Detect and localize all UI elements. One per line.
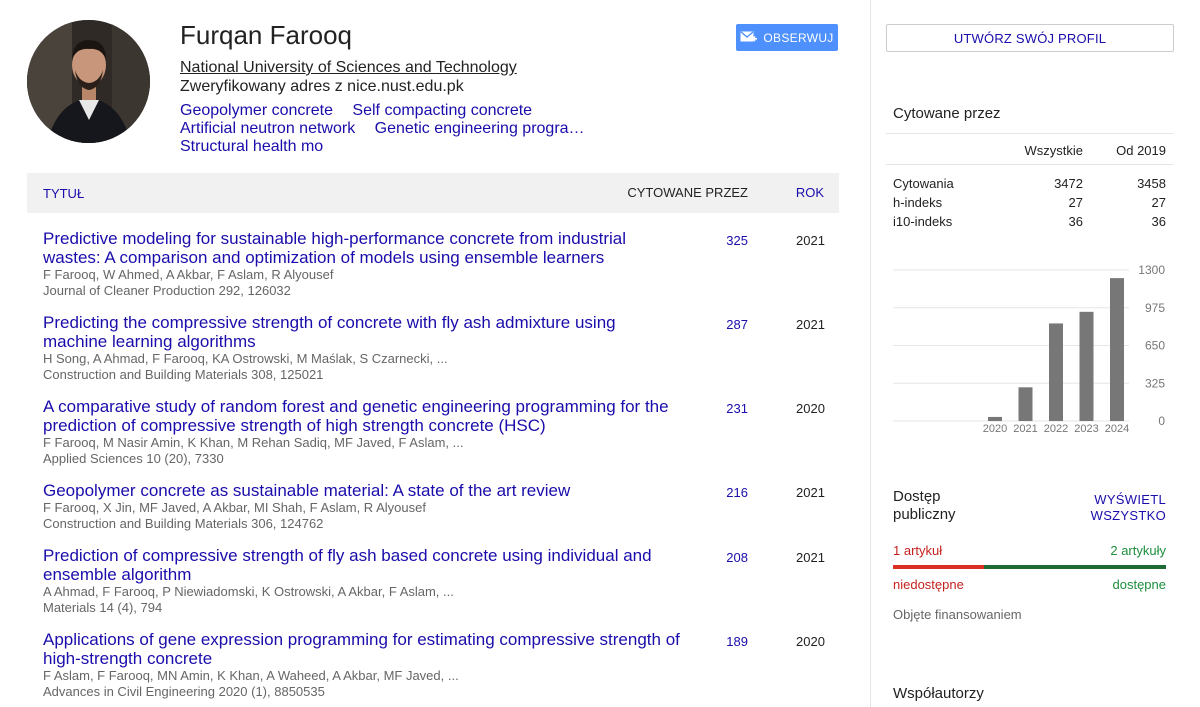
article-row: Predictive modeling for sustainable high… — [43, 229, 839, 299]
article-year: 2020 — [796, 634, 825, 649]
available-count: 2 artykuły — [1110, 543, 1166, 558]
available-label: dostępne — [1112, 577, 1167, 592]
stats-row-all: 3472 — [1054, 176, 1083, 191]
chart-bar-2023[interactable] — [1079, 311, 1094, 421]
chart-y-tick-label: 975 — [1145, 301, 1165, 315]
interest-link[interactable]: Geopolymer concrete — [180, 102, 333, 119]
article-row: Geopolymer concrete as sustainable mater… — [43, 481, 839, 532]
unavailable-count: 1 artykuł — [893, 543, 943, 558]
article-year: 2021 — [796, 233, 825, 248]
create-profile-button[interactable]: UTWÓRZ SWÓJ PROFIL — [886, 24, 1174, 52]
interest-link[interactable]: Structural health mo — [180, 138, 323, 155]
profile-name: Furqan Farooq — [180, 20, 352, 50]
chart-y-tick-label: 325 — [1145, 376, 1165, 390]
affiliation-link[interactable]: National University of Sciences and Tech… — [180, 59, 517, 77]
access-bar — [893, 565, 1166, 569]
article-year: 2021 — [796, 485, 825, 500]
article-venue: Construction and Building Materials 308,… — [43, 367, 324, 382]
article-authors: F Farooq, X Jin, MF Javed, A Akbar, MI S… — [43, 500, 426, 515]
interest-link[interactable]: Genetic engineering progra… — [375, 120, 585, 137]
stats-header: Wszystkie Od 2019 — [886, 134, 1173, 164]
chart-x-tick-label: 2024 — [1105, 423, 1129, 435]
article-row: A comparative study of random forest and… — [43, 397, 839, 467]
view-all-link[interactable]: WYŚWIETL WSZYSTKO — [1086, 492, 1166, 524]
sort-title-header[interactable]: TYTUŁ — [43, 186, 84, 201]
public-access-title: Dostęp publiczny — [893, 488, 956, 523]
chart-bar-2020[interactable] — [988, 416, 1002, 421]
article-title-link[interactable]: Predictive modeling for sustainable high… — [43, 229, 683, 267]
article-title-link[interactable]: Predicting the compressive strength of c… — [43, 313, 683, 351]
chart-bar-2024[interactable] — [1110, 278, 1124, 421]
article-cites-link[interactable]: 216 — [696, 485, 748, 500]
stats-row: h-indeks 27 27 — [886, 193, 1173, 212]
cited-by-title: Cytowane przez — [893, 105, 1001, 122]
article-authors: H Song, A Ahmad, F Farooq, KA Ostrowski,… — [43, 351, 448, 366]
article-title-link[interactable]: Applications of gene expression programm… — [43, 630, 683, 668]
article-cites-link[interactable]: 231 — [696, 401, 748, 416]
article-year: 2021 — [796, 550, 825, 565]
chart-y-tick-label: 0 — [1158, 414, 1165, 428]
chart-bar-2022[interactable] — [1049, 323, 1063, 421]
funding-label: Objęte finansowaniem — [893, 607, 1022, 622]
article-year: 2021 — [796, 317, 825, 332]
article-row: Predicting the compressive strength of c… — [43, 313, 839, 383]
profile-photo — [27, 20, 150, 143]
stats-row: i10-indeks 36 36 — [886, 212, 1173, 231]
stats-row-all: 36 — [1068, 214, 1083, 229]
chart-bar-2021[interactable] — [1018, 387, 1033, 421]
unavailable-label: niedostępne — [893, 577, 964, 592]
article-authors: F Farooq, M Nasir Amin, K Khan, M Rehan … — [43, 435, 464, 450]
follow-button[interactable]: OBSERWUJ — [736, 24, 838, 51]
article-authors: F Farooq, W Ahmed, A Akbar, F Aslam, R A… — [43, 267, 334, 282]
follow-label: OBSERWUJ — [763, 30, 834, 45]
research-interests: Geopolymer concrete Self compacting conc… — [180, 102, 700, 156]
chart-x-tick-label: 2021 — [1013, 423, 1037, 435]
stats-row-since: 3458 — [1137, 176, 1166, 191]
stats-row-all: 27 — [1068, 195, 1083, 210]
article-venue: Journal of Cleaner Production 292, 12603… — [43, 283, 291, 298]
column-divider — [870, 0, 871, 707]
article-title-link[interactable]: Prediction of compressive strength of fl… — [43, 546, 683, 584]
interest-link[interactable]: Artificial neutron network — [180, 120, 355, 137]
interest-link[interactable]: Self compacting concrete — [352, 102, 532, 119]
article-cites-link[interactable]: 287 — [696, 317, 748, 332]
chart-y-tick-label: 1300 — [1138, 263, 1165, 277]
article-venue: Applied Sciences 10 (20), 7330 — [43, 451, 224, 466]
article-title-link[interactable]: A comparative study of random forest and… — [43, 397, 683, 435]
article-cites-link[interactable]: 208 — [696, 550, 748, 565]
chart-x-tick-label: 2022 — [1044, 423, 1068, 435]
article-authors: F Aslam, F Farooq, MN Amin, K Khan, A Wa… — [43, 668, 459, 683]
coauthors-title: Współautorzy — [893, 685, 984, 702]
col-since-header: Od 2019 — [1116, 143, 1166, 158]
access-bar-unavailable — [893, 565, 984, 569]
article-cites-link[interactable]: 325 — [696, 233, 748, 248]
article-row: Prediction of compressive strength of fl… — [43, 546, 839, 616]
article-year: 2020 — [796, 401, 825, 416]
article-row: Applications of gene expression programm… — [43, 630, 839, 700]
sort-year-header[interactable]: ROK — [796, 185, 824, 200]
citations-chart: 1300 975 650 325 0 2020 2021 2022 2023 2024 — [893, 263, 1165, 435]
stats-row-label: i10-indeks — [893, 214, 953, 229]
article-venue: Advances in Civil Engineering 2020 (1), … — [43, 684, 325, 699]
stats-row-label: h-indeks — [893, 195, 943, 210]
chart-x-tick-label: 2023 — [1074, 423, 1098, 435]
citation-stats-table: Wszystkie Od 2019 Cytowania 3472 3458 h-… — [886, 133, 1173, 231]
article-venue: Construction and Building Materials 306,… — [43, 516, 324, 531]
stats-row-since: 27 — [1151, 195, 1166, 210]
article-venue: Materials 14 (4), 794 — [43, 600, 163, 615]
article-cites-link[interactable]: 189 — [696, 634, 748, 649]
stats-row-label: Cytowania — [893, 176, 954, 191]
stats-row-since: 36 — [1151, 214, 1166, 229]
verified-email: Zweryfikowany adres z nice.nust.edu.pk — [180, 78, 464, 95]
article-title-link[interactable]: Geopolymer concrete as sustainable mater… — [43, 481, 683, 500]
chart-x-tick-label: 2020 — [983, 423, 1007, 435]
col-all-header: Wszystkie — [1024, 143, 1084, 158]
cited-by-header: CYTOWANE PRZEZ — [627, 185, 748, 200]
articles-table-header: TYTUŁ CYTOWANE PRZEZ ROK — [27, 173, 839, 213]
chart-y-tick-label: 650 — [1145, 339, 1165, 353]
stats-row: Cytowania 3472 3458 — [886, 174, 1173, 193]
avatar — [27, 20, 150, 143]
mail-icon — [740, 31, 758, 41]
article-authors: A Ahmad, F Farooq, P Niewiadomski, K Ost… — [43, 584, 454, 599]
